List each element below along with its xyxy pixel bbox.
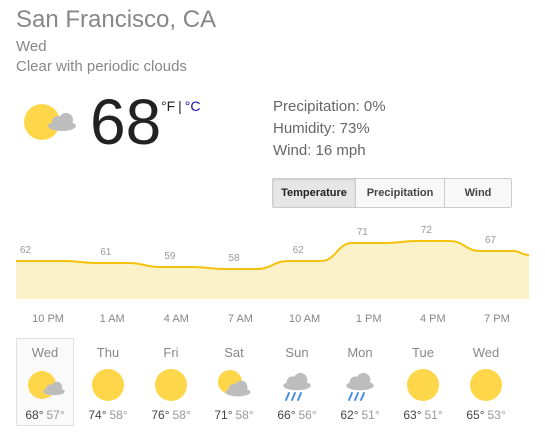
temperature-label: 62: [20, 245, 32, 256]
location-title: San Francisco, CA: [16, 6, 217, 33]
forecast-temps: 63° 51°: [395, 408, 451, 422]
precipitation-detail: Precipitation: 0%: [273, 98, 386, 115]
rain-drops: [348, 392, 365, 401]
hour-axis: 10 PM 1 AM 4 AM 7 AM 10 AM 1 PM 4 PM 7 PM: [0, 313, 545, 327]
forecast-day[interactable]: Thu 74° 58°: [79, 338, 137, 426]
current-day: Wed: [16, 38, 47, 55]
forecast-day[interactable]: Sat 71° 58°: [205, 338, 263, 426]
forecast-low: 56°: [298, 408, 317, 422]
hour-label: 4 PM: [419, 313, 446, 325]
temperature-label: 62: [293, 245, 305, 256]
unit-toggle: °F | °C: [161, 98, 201, 114]
chart-tabs: Temperature Precipitation Wind: [272, 178, 512, 208]
sun-cloud-icon: [24, 104, 76, 140]
forecast-day-name: Fri: [163, 345, 179, 360]
tab-wind[interactable]: Wind: [444, 179, 511, 207]
hour-label: 1 PM: [355, 313, 382, 325]
forecast-high: 66°: [277, 408, 296, 422]
sun-icon: [470, 369, 502, 401]
forecast-low: 51°: [361, 408, 380, 422]
forecast-temps: 71° 58°: [206, 408, 262, 422]
sun-icon: [407, 369, 439, 401]
current-temperature: 68: [90, 86, 162, 158]
forecast-day[interactable]: Fri 76° 58°: [142, 338, 200, 426]
forecast-low: 51°: [424, 408, 443, 422]
forecast-day[interactable]: Sun 66° 56°: [268, 338, 326, 426]
rain-cloud-icon: [346, 372, 374, 401]
forecast-temps: 62° 51°: [332, 408, 388, 422]
forecast-day[interactable]: Wed 68° 57°: [16, 338, 74, 426]
hour-label: 1 AM: [99, 313, 125, 325]
celsius-unit-link[interactable]: °C: [185, 98, 201, 114]
forecast-day-name: Wed: [31, 345, 59, 360]
sun-icon: [92, 369, 124, 401]
sun-icon: [155, 369, 187, 401]
daily-forecast: Wed 68° 57° Thu 74° 58° Fri 76° 58° Sat 71° 58° Sun 6…: [16, 338, 520, 426]
forecast-day-name: Wed: [472, 345, 500, 360]
forecast-temps: 66° 56°: [269, 408, 325, 422]
forecast-low: 58°: [172, 408, 191, 422]
hour-label: 10 AM: [288, 313, 321, 325]
forecast-temps: 65° 53°: [458, 408, 514, 422]
forecast-day-name: Sun: [285, 345, 309, 360]
forecast-low: 57°: [46, 408, 65, 422]
sun-shape: [92, 369, 124, 401]
forecast-temps: 76° 58°: [143, 408, 199, 422]
forecast-high: 68°: [25, 408, 44, 422]
temperature-chart: 62 61 59 58 62 71 72 67: [16, 225, 530, 299]
forecast-low: 58°: [109, 408, 128, 422]
weather-details: Precipitation: 0% Humidity: 73% Wind: 16…: [273, 96, 386, 162]
forecast-day[interactable]: Mon 62° 51°: [331, 338, 389, 426]
forecast-day-name: Tue: [412, 345, 434, 360]
unit-separator: |: [178, 98, 182, 114]
tab-temperature[interactable]: Temperature: [273, 179, 355, 207]
temperature-label: 72: [421, 225, 433, 236]
hour-label: 10 PM: [32, 313, 64, 325]
tab-precipitation[interactable]: Precipitation: [355, 179, 444, 207]
sun-shape: [470, 369, 502, 401]
wind-detail: Wind: 16 mph: [273, 142, 366, 159]
forecast-high: 62°: [340, 408, 359, 422]
partly-cloudy-icon: [218, 370, 251, 397]
current-condition: Clear with periodic clouds: [16, 58, 187, 75]
temperature-label: 58: [228, 253, 240, 264]
hour-label: 7 PM: [484, 313, 510, 325]
fahrenheit-unit[interactable]: °F: [161, 98, 175, 114]
forecast-day-name: Sat: [224, 345, 244, 360]
temperature-label: 67: [485, 235, 497, 246]
temperature-label: 59: [164, 251, 176, 262]
sun-shape: [407, 369, 439, 401]
hour-label: 4 AM: [163, 313, 189, 325]
cloud-shape: [346, 372, 374, 391]
forecast-high: 65°: [466, 408, 485, 422]
forecast-high: 74°: [88, 408, 107, 422]
forecast-high: 71°: [214, 408, 233, 422]
forecast-temps: 68° 57°: [17, 408, 73, 422]
sun-shape: [155, 369, 187, 401]
cloud-shape: [283, 372, 311, 391]
forecast-low: 53°: [487, 408, 506, 422]
temperature-area: [16, 241, 529, 299]
sun-cloud-icon: [28, 371, 65, 399]
temperature-label: 61: [100, 247, 112, 258]
hour-label: 7 AM: [227, 313, 253, 325]
forecast-high: 63°: [403, 408, 422, 422]
rain-drops: [285, 392, 302, 401]
forecast-day-name: Thu: [96, 345, 120, 360]
temperature-label: 71: [357, 227, 369, 238]
forecast-low: 58°: [235, 408, 254, 422]
forecast-day[interactable]: Tue 63° 51°: [394, 338, 452, 426]
rain-cloud-icon: [283, 372, 311, 401]
forecast-high: 76°: [151, 408, 170, 422]
forecast-day-name: Mon: [347, 345, 373, 360]
forecast-day[interactable]: Wed 65° 53°: [457, 338, 515, 426]
humidity-detail: Humidity: 73%: [273, 120, 370, 137]
forecast-temps: 74° 58°: [80, 408, 136, 422]
